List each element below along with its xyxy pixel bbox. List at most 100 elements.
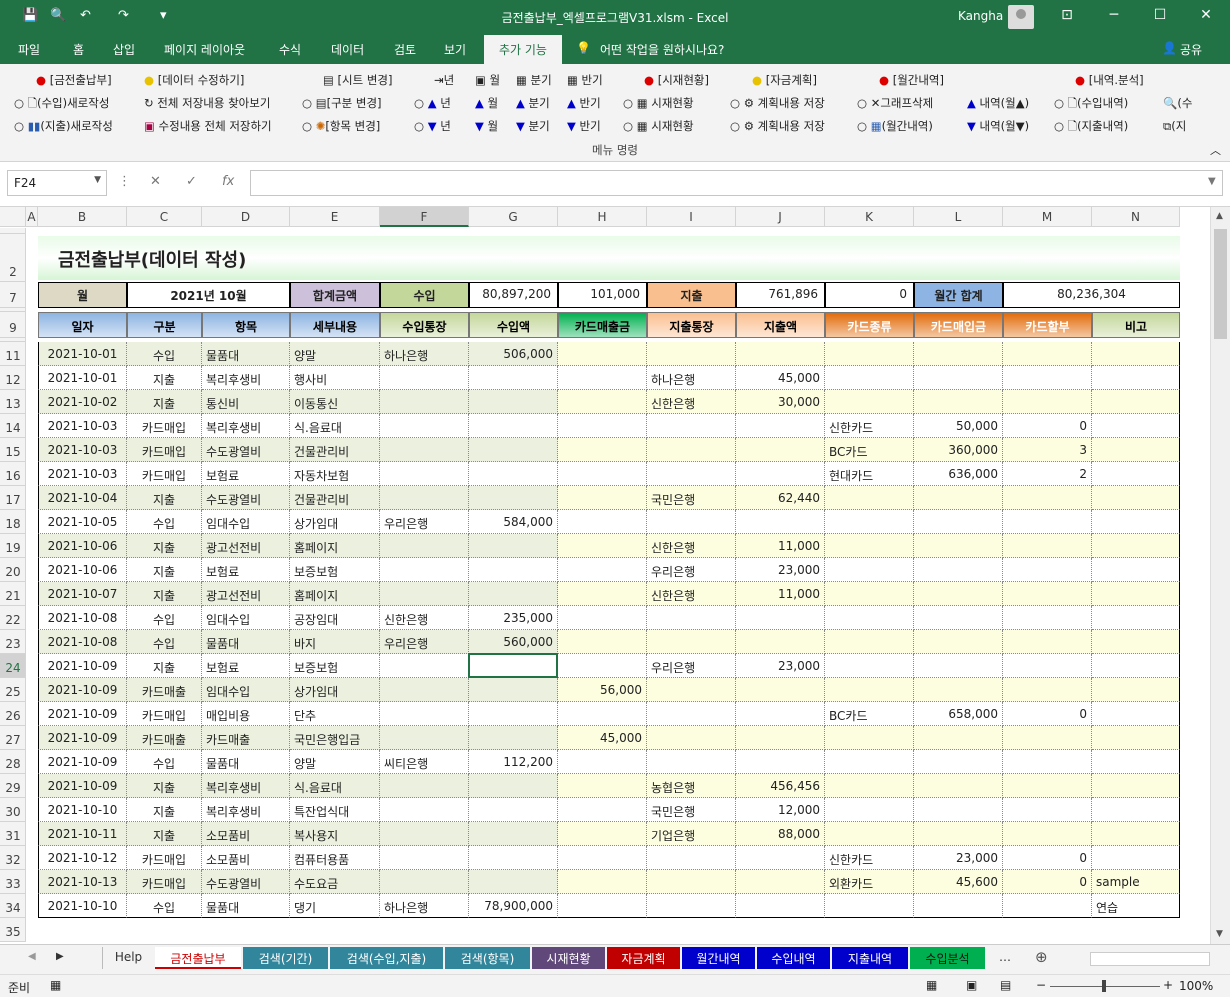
table-cell[interactable]: 2021-10-11 <box>38 822 127 846</box>
table-cell[interactable]: 50,000 <box>914 414 1003 438</box>
table-cell[interactable] <box>1092 390 1180 414</box>
ribbon-cash-status-3[interactable]: ○ ▦ 시재현황 <box>623 118 694 134</box>
row-header[interactable]: 15 <box>0 438 26 462</box>
table-cell[interactable] <box>825 534 914 558</box>
table-cell[interactable]: 수도요금 <box>290 870 380 894</box>
table-cell[interactable]: sample <box>1092 870 1180 894</box>
table-cell[interactable] <box>825 678 914 702</box>
table-cell[interactable] <box>380 822 469 846</box>
tab-help[interactable]: Help <box>102 947 154 969</box>
table-cell[interactable] <box>469 558 558 582</box>
row-header[interactable]: 7 <box>0 282 26 308</box>
table-cell[interactable]: 23,000 <box>914 846 1003 870</box>
table-cell[interactable] <box>380 582 469 606</box>
table-cell[interactable]: 식.음료대 <box>290 774 380 798</box>
table-cell[interactable] <box>914 894 1003 918</box>
table-cell[interactable]: 지출 <box>127 822 202 846</box>
table-cell[interactable]: 45,000 <box>558 726 647 750</box>
ribbon-month-up[interactable]: ▲ 월 <box>475 95 498 111</box>
tab-expense[interactable]: 지출내역 <box>832 947 908 969</box>
summary-monthly-label[interactable]: 월간 합계 <box>914 282 1003 308</box>
table-cell[interactable]: 특잔업식대 <box>290 798 380 822</box>
expand-formula-icon[interactable]: ▼ <box>1208 176 1216 187</box>
table-cell[interactable]: 카드매출 <box>202 726 290 750</box>
macro-record-icon[interactable]: ▦ <box>50 978 61 992</box>
table-cell[interactable]: 지출 <box>127 534 202 558</box>
ribbon-cash-status[interactable]: ● [시재현황] <box>644 72 709 88</box>
table-cell[interactable] <box>914 606 1003 630</box>
ribbon-analysis[interactable]: ● [내역.분석] <box>1075 72 1144 88</box>
table-cell[interactable] <box>914 774 1003 798</box>
row-header[interactable]: 23 <box>0 630 26 654</box>
table-cell[interactable] <box>1003 894 1092 918</box>
table-cell[interactable] <box>736 606 825 630</box>
table-cell[interactable] <box>469 366 558 390</box>
table-cell[interactable] <box>647 750 736 774</box>
table-cell[interactable] <box>469 582 558 606</box>
ribbon-month[interactable]: ▣ 월 <box>475 72 500 88</box>
table-cell[interactable]: 2021-10-05 <box>38 510 127 534</box>
table-cell[interactable] <box>736 630 825 654</box>
table-cell[interactable] <box>1003 486 1092 510</box>
table-cell[interactable] <box>914 654 1003 678</box>
table-cell[interactable] <box>558 366 647 390</box>
table-cell[interactable]: 카드매입 <box>127 702 202 726</box>
zoom-out-icon[interactable]: − <box>1036 978 1046 992</box>
row-header[interactable]: 19 <box>0 534 26 558</box>
table-cell[interactable] <box>1003 558 1092 582</box>
table-cell[interactable] <box>380 366 469 390</box>
table-cell[interactable] <box>558 774 647 798</box>
share-icon[interactable]: 👤 <box>1162 41 1177 55</box>
row-header[interactable]: 9 <box>0 312 26 338</box>
ribbon-fund-plan[interactable]: ● [자금계획] <box>752 72 817 88</box>
column-header[interactable]: I <box>647 207 736 227</box>
table-cell[interactable]: 0 <box>1003 846 1092 870</box>
table-cell[interactable]: 658,000 <box>914 702 1003 726</box>
tab-page-layout[interactable]: 페이지 레이아웃 <box>164 41 245 58</box>
column-title[interactable]: 카드할부 <box>1003 312 1092 338</box>
table-cell[interactable] <box>647 702 736 726</box>
table-cell[interactable]: 광고선전비 <box>202 534 290 558</box>
column-header[interactable]: L <box>914 207 1003 227</box>
table-cell[interactable] <box>825 558 914 582</box>
table-cell[interactable]: 2021-10-09 <box>38 678 127 702</box>
tab-data[interactable]: 데이터 <box>331 41 364 58</box>
table-cell[interactable]: 물품대 <box>202 750 290 774</box>
table-cell[interactable] <box>647 846 736 870</box>
tab-fund-plan[interactable]: 자금계획 <box>607 947 680 969</box>
close-icon[interactable]: ✕ <box>1191 7 1221 23</box>
table-cell[interactable] <box>469 390 558 414</box>
tab-review[interactable]: 검토 <box>394 41 416 58</box>
table-cell[interactable] <box>469 798 558 822</box>
table-cell[interactable]: 우리은행 <box>647 558 736 582</box>
row-header[interactable]: 25 <box>0 678 26 702</box>
table-cell[interactable] <box>558 846 647 870</box>
ribbon-detail-down[interactable]: ▼ 내역(월▼) <box>967 118 1029 134</box>
table-cell[interactable]: 복리후생비 <box>202 798 290 822</box>
table-cell[interactable] <box>914 390 1003 414</box>
table-cell[interactable]: 수입 <box>127 750 202 774</box>
zoom-level[interactable]: 100% <box>1179 979 1213 993</box>
table-cell[interactable]: 보증보험 <box>290 654 380 678</box>
column-header[interactable]: N <box>1092 207 1180 227</box>
tab-monthly[interactable]: 월간내역 <box>682 947 755 969</box>
table-cell[interactable] <box>914 678 1003 702</box>
zoom-thumb[interactable] <box>1102 980 1106 992</box>
table-cell[interactable]: 지출 <box>127 582 202 606</box>
column-header[interactable]: G <box>469 207 558 227</box>
table-cell[interactable] <box>380 390 469 414</box>
table-cell[interactable] <box>558 750 647 774</box>
row-header[interactable]: 12 <box>0 366 26 390</box>
ribbon-half[interactable]: ▦ 반기 <box>567 72 603 88</box>
table-cell[interactable] <box>736 438 825 462</box>
name-box[interactable]: F24 ▼ <box>7 170 107 196</box>
table-cell[interactable] <box>558 606 647 630</box>
table-cell[interactable]: 복리후생비 <box>202 414 290 438</box>
table-cell[interactable] <box>558 894 647 918</box>
table-cell[interactable] <box>469 678 558 702</box>
table-cell[interactable] <box>380 486 469 510</box>
table-cell[interactable]: 건물관리비 <box>290 486 380 510</box>
table-cell[interactable]: 물품대 <box>202 894 290 918</box>
summary-income-label[interactable]: 수입 <box>380 282 469 308</box>
table-cell[interactable]: 2021-10-09 <box>38 702 127 726</box>
